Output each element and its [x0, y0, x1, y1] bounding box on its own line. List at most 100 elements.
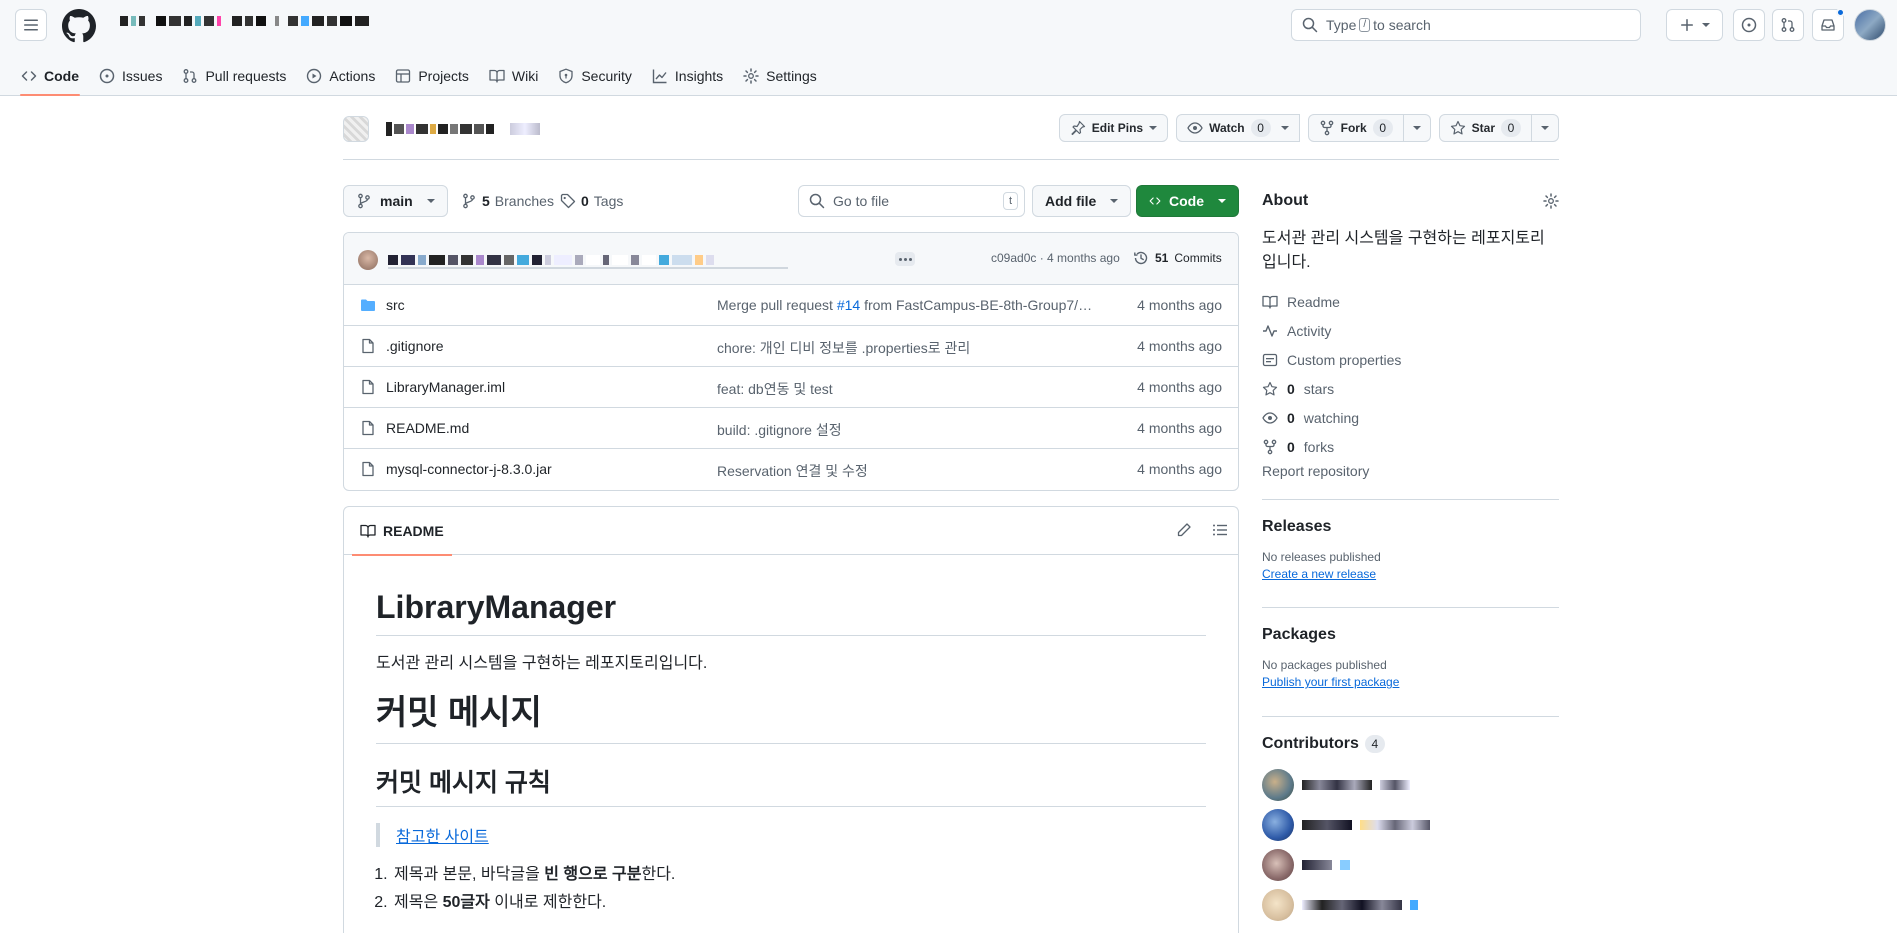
tab-wiki[interactable]: Wiki — [480, 56, 547, 96]
history-icon — [1134, 251, 1148, 265]
user-avatar[interactable] — [1854, 9, 1886, 41]
file-commit-message[interactable]: build: .gitignore 설정 — [717, 420, 1097, 440]
contributor-list — [1262, 765, 1559, 925]
file-name-link[interactable]: .gitignore — [386, 338, 444, 354]
packages-title[interactable]: Packages — [1262, 626, 1559, 644]
contributor-item[interactable] — [1262, 885, 1559, 925]
releases-note: No releases published — [1262, 550, 1381, 564]
repo-owner-avatar[interactable] — [343, 116, 369, 142]
pull-requests-button[interactable] — [1772, 9, 1804, 41]
reference-site-link[interactable]: 참고한 사이트 — [396, 829, 489, 846]
file-commit-message[interactable]: Reservation 연결 및 수정 — [717, 461, 1097, 481]
tab-security[interactable]: Security — [549, 56, 641, 96]
watch-button[interactable]: Watch 0 — [1176, 114, 1300, 142]
commit-msg-text: chore: 개인 디비 정보를 .properties로 관리 — [717, 340, 971, 356]
go-to-file-input[interactable]: Go to file t — [798, 185, 1025, 217]
custom-properties-link[interactable]: Custom properties — [1262, 345, 1559, 374]
eye-icon — [1187, 122, 1203, 134]
activity-link[interactable]: Activity — [1262, 316, 1559, 345]
publish-package-link[interactable]: Publish your first package — [1262, 675, 1399, 689]
notification-dot — [1836, 8, 1845, 17]
fork-label: Fork — [1340, 121, 1367, 135]
chevron-down-icon — [1149, 126, 1158, 130]
tab-pull-requests[interactable]: Pull requests — [173, 56, 295, 96]
star-dropdown-button[interactable] — [1532, 114, 1559, 142]
watching-count: 0 — [1287, 409, 1295, 426]
file-commit-date: 4 months ago — [1137, 461, 1222, 477]
report-repository-link[interactable]: Report repository — [1262, 463, 1559, 485]
code-button[interactable]: Code — [1136, 185, 1239, 217]
branch-selector[interactable]: main — [343, 185, 448, 217]
inbox-icon — [1821, 19, 1835, 31]
readme-intro: 도서관 관리 시스템을 구현하는 레포지토리입니다. — [376, 655, 708, 672]
list-text: 제목과 본문, 바닥글을 — [394, 865, 545, 883]
star-button[interactable]: Star 0 — [1438, 114, 1532, 142]
star-count: 0 — [1501, 119, 1521, 137]
file-commit-message[interactable]: chore: 개인 디비 정보를 .properties로 관리 — [717, 338, 1097, 358]
edit-pins-button[interactable]: Edit Pins — [1058, 114, 1169, 142]
contributor-item[interactable] — [1262, 765, 1559, 805]
contributor-avatar — [1262, 889, 1294, 921]
search-placeholder-suffix: to search — [1373, 17, 1431, 33]
tab-code[interactable]: Code — [12, 56, 88, 96]
pencil-icon[interactable] — [1176, 522, 1192, 538]
file-commit-message[interactable]: feat: db연동 및 test — [717, 379, 1097, 399]
issues-button[interactable] — [1733, 9, 1765, 41]
github-logo-icon[interactable] — [62, 9, 96, 43]
file-name-link[interactable]: LibraryManager.iml — [386, 379, 505, 395]
create-release-link[interactable]: Create a new release — [1262, 567, 1376, 581]
menu-button[interactable] — [15, 9, 47, 41]
global-search-input[interactable]: Type / to search — [1291, 9, 1641, 41]
repo-name[interactable] — [386, 122, 540, 136]
main-column: main 5 Branches 0 Tags Go to file t Add … — [343, 185, 1239, 933]
table-row[interactable]: README.md build: .gitignore 설정 4 months ag… — [344, 408, 1238, 449]
tab-projects[interactable]: Projects — [386, 56, 478, 96]
readme-link[interactable]: Readme — [1262, 287, 1559, 316]
tab-actions[interactable]: Actions — [297, 56, 384, 96]
stars-link[interactable]: 0 stars — [1262, 374, 1559, 403]
contributor-item[interactable] — [1262, 845, 1559, 885]
commit-hash[interactable]: c09ad0c · 4 months ago — [991, 251, 1120, 265]
tab-settings[interactable]: Settings — [734, 56, 826, 96]
tab-issues[interactable]: Issues — [90, 56, 171, 96]
commits-link[interactable]: 51 Commits — [1133, 250, 1222, 266]
contributor-item[interactable] — [1262, 805, 1559, 845]
file-name-link[interactable]: src — [386, 297, 405, 313]
tab-insights[interactable]: Insights — [643, 56, 732, 96]
contributors-header[interactable]: Contributors 4 — [1262, 735, 1559, 753]
commit-msg-text: Reservation 연결 및 수정 — [717, 463, 868, 479]
commit-author-avatar[interactable] — [358, 250, 378, 270]
tab-label: Pull requests — [205, 68, 287, 84]
commit-message[interactable] — [388, 255, 714, 265]
add-file-button[interactable]: Add file — [1032, 185, 1132, 217]
forks-link[interactable]: 0 forks — [1262, 432, 1559, 461]
gear-icon[interactable] — [1543, 193, 1559, 209]
fork-button[interactable]: Fork 0 — [1307, 114, 1404, 142]
tags-link[interactable]: 0 Tags — [560, 185, 623, 217]
table-row[interactable]: .gitignore chore: 개인 디비 정보를 .properties로 … — [344, 326, 1238, 367]
pull-request-link[interactable]: #14 — [837, 297, 860, 313]
file-icon — [362, 420, 374, 436]
commit-msg-text: feat: db연동 및 test — [717, 381, 833, 397]
issue-icon — [99, 68, 115, 84]
expand-commit-button[interactable] — [895, 252, 915, 266]
fork-dropdown-button[interactable] — [1403, 114, 1431, 142]
watching-link[interactable]: 0 watching — [1262, 403, 1559, 432]
tab-label: Settings — [766, 68, 817, 84]
repo-breadcrumb[interactable] — [120, 13, 369, 29]
play-icon — [307, 68, 322, 84]
file-commit-message[interactable]: Merge pull request #14 from FastCampus-B… — [717, 297, 1097, 313]
file-name-link[interactable]: mysql-connector-j-8.3.0.jar — [386, 461, 552, 477]
watch-count: 0 — [1250, 119, 1271, 137]
chevron-down-icon — [1218, 199, 1226, 203]
table-row[interactable]: mysql-connector-j-8.3.0.jar Reservation 연… — [344, 449, 1238, 490]
branches-link[interactable]: 5 Branches — [461, 185, 554, 217]
table-row[interactable]: LibraryManager.iml feat: db연동 및 test 4 mon… — [344, 367, 1238, 408]
stars-count: 0 — [1287, 380, 1295, 397]
releases-title[interactable]: Releases — [1262, 518, 1559, 536]
readme-tab[interactable]: README — [352, 507, 452, 556]
create-new-button[interactable] — [1666, 9, 1723, 41]
table-row[interactable]: src Merge pull request #14 from FastCampu… — [344, 285, 1238, 326]
file-name-link[interactable]: README.md — [386, 420, 469, 436]
outline-list-icon[interactable] — [1212, 522, 1228, 538]
